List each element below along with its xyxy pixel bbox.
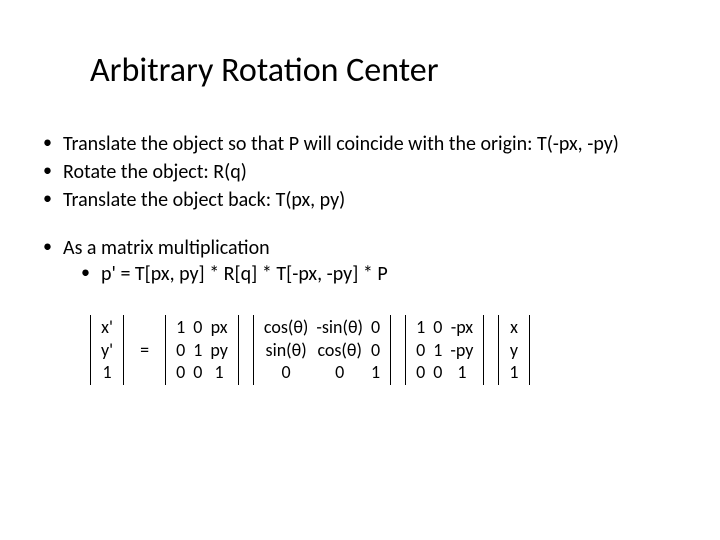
matrix-equation: x' y' 1 = 10px 01py 001 cos(θ)-sin(θ)0 s… (90, 315, 685, 385)
matrix-cell: 0 (172, 361, 189, 384)
matrix-cell: 1 (429, 339, 446, 362)
bullet-list: Translate the object so that P will coin… (35, 131, 685, 287)
matrix-cell: 1 (189, 339, 206, 362)
matrix-cell: 1 (97, 361, 117, 384)
matrix-cell: 1 (172, 316, 189, 339)
matrix-cell: x (505, 316, 522, 339)
matrix-cell: 0 (412, 361, 429, 384)
matrix-cell: 0 (429, 361, 446, 384)
matrix-cell: cos(θ) (312, 339, 367, 362)
matrix-cell: 1 (206, 361, 232, 384)
matrix-cell: py (206, 339, 232, 362)
matrix-cell: -sin(θ) (312, 316, 367, 339)
bullet-subitem: p' = T[px, py] * R[q] * T[-px, -py] * P (63, 261, 685, 287)
matrix-cell: px (206, 316, 232, 339)
bullet-item: Rotate the object: R(q) (35, 159, 685, 185)
matrix-cell: 0 (429, 316, 446, 339)
matrix-input-vector: x y 1 (498, 315, 529, 385)
matrix-translate-forward: 10px 01py 001 (165, 315, 239, 385)
matrix-cell: 0 (260, 361, 312, 384)
bullet-item: Translate the object back: T(px, py) (35, 187, 685, 213)
matrix-translate-back: 10-px 01-py 001 (405, 315, 484, 385)
slide-title: Arbitrary Rotation Center (90, 50, 685, 91)
matrix-cell: 1 (446, 361, 477, 384)
matrix-cell: 1 (505, 361, 522, 384)
matrix-cell: y' (97, 339, 117, 362)
matrix-cell: 1 (367, 361, 384, 384)
matrix-cell: 0 (412, 339, 429, 362)
bullet-text: As a matrix multiplication (63, 236, 270, 260)
matrix-cell: 0 (367, 339, 384, 362)
matrix-cell: sin(θ) (260, 339, 312, 362)
matrix-cell: 1 (412, 316, 429, 339)
matrix-result-vector: x' y' 1 (90, 315, 124, 385)
matrix-cell: 0 (189, 316, 206, 339)
matrix-cell: y (505, 339, 522, 362)
matrix-cell: x' (97, 316, 117, 339)
equals-sign: = (138, 339, 151, 361)
matrix-cell: 0 (312, 361, 367, 384)
matrix-rotation: cos(θ)-sin(θ)0 sin(θ)cos(θ)0 001 (253, 315, 391, 385)
matrix-cell: 0 (367, 316, 384, 339)
matrix-cell: -py (446, 339, 477, 362)
bullet-item: As a matrix multiplication p' = T[px, py… (35, 235, 685, 287)
matrix-cell: 0 (189, 361, 206, 384)
matrix-cell: 0 (172, 339, 189, 362)
matrix-cell: -px (446, 316, 477, 339)
bullet-item: Translate the object so that P will coin… (35, 131, 685, 157)
matrix-cell: cos(θ) (260, 316, 312, 339)
